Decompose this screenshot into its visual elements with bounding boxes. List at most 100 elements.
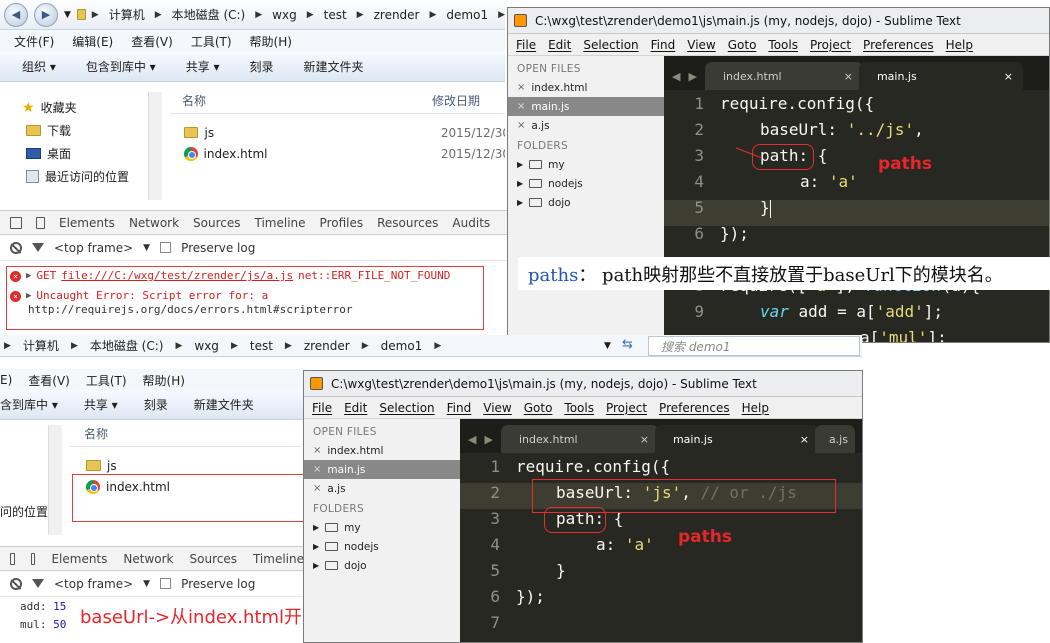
crumb[interactable]: test [250, 339, 273, 353]
expand-arrow-icon[interactable]: ▶ [313, 542, 319, 551]
history-dropdown-icon[interactable]: ▼ [64, 10, 71, 20]
tab-timeline[interactable]: Timeline [253, 552, 304, 566]
menu-edit[interactable]: Edit [548, 38, 571, 52]
inspect-icon[interactable] [10, 216, 22, 229]
chevron-right-icon[interactable]: ▶ [484, 433, 492, 446]
top-code-editor[interactable]: 1 2 3 4 5 6 8 9 require.config({ baseUrl… [664, 90, 1049, 342]
share-button[interactable]: 共享 ▾ [186, 58, 220, 75]
nav-recent-partial[interactable]: 问的位置 [0, 503, 48, 520]
file-row[interactable]: js 2015/12/30 [170, 122, 505, 143]
tab-index-html[interactable]: index.html × [500, 425, 659, 453]
forward-icon[interactable]: ▶ [34, 2, 58, 27]
crumb[interactable]: wxg [194, 339, 219, 353]
search-box[interactable]: 搜索 demo1 [648, 336, 860, 356]
open-file-item-active[interactable]: × main.js [304, 460, 460, 479]
file-row[interactable]: index.html 2015/12/30 [170, 143, 505, 164]
filter-icon[interactable] [32, 579, 44, 588]
open-file-item[interactable]: × a.js [304, 479, 460, 498]
menu-help[interactable]: Help [946, 38, 973, 52]
tab-main-js[interactable]: main.js × [654, 425, 819, 453]
bottom-code-editor[interactable]: 1 2 3 4 5 6 7 require.config({ baseUrl: … [460, 453, 862, 642]
tab-network[interactable]: Network [129, 216, 179, 230]
burn-button[interactable]: 刻录 [144, 396, 168, 413]
open-file-item[interactable]: × a.js [508, 116, 664, 135]
nav-scrollbar[interactable] [48, 425, 62, 535]
close-icon[interactable]: × [313, 483, 321, 494]
address-dropdown[interactable]: ▼ [604, 341, 611, 351]
menu-file[interactable]: File [312, 401, 332, 415]
menu-tools[interactable]: Tools [768, 38, 798, 52]
share-button[interactable]: 共享 ▾ [84, 396, 118, 413]
frame-select[interactable]: <top frame> [54, 241, 133, 255]
close-icon[interactable]: × [517, 82, 525, 93]
file-row[interactable]: js [86, 455, 117, 476]
nav-desktop[interactable]: 桌面 [0, 142, 148, 165]
menu-help[interactable]: Help [742, 401, 769, 415]
menu-view[interactable]: 查看(V) [131, 33, 173, 50]
crumb[interactable]: 计算机 [109, 6, 145, 23]
expand-arrow-icon[interactable]: ▶ [313, 561, 319, 570]
menu-tools[interactable]: 工具(T) [191, 33, 232, 50]
nav-downloads[interactable]: 下载 [0, 119, 148, 142]
chevron-right-icon[interactable]: ▶ [688, 70, 696, 83]
device-icon[interactable] [31, 552, 36, 565]
tab-audits[interactable]: Audits [452, 216, 490, 230]
menu-edit[interactable]: 编辑(E) [72, 33, 113, 50]
menu-selection[interactable]: Selection [583, 38, 638, 52]
tab-sources[interactable]: Sources [190, 552, 237, 566]
menu-project[interactable]: Project [810, 38, 851, 52]
tab-profiles[interactable]: Profiles [320, 216, 364, 230]
folder-item[interactable]: ▶ dojo [508, 193, 664, 212]
crumb[interactable]: demo1 [381, 339, 423, 353]
open-file-item-active[interactable]: × main.js [508, 97, 664, 116]
tab-sources[interactable]: Sources [193, 216, 240, 230]
top-breadcrumb[interactable]: ▶ 计算机 ▶ 本地磁盘 (C:) ▶ wxg ▶ test ▶ zrender ▶ de… [92, 6, 505, 23]
tab-timeline[interactable]: Timeline [255, 216, 306, 230]
open-file-item[interactable]: × index.html [508, 78, 664, 97]
chevron-left-icon[interactable]: ◀ [468, 433, 476, 446]
crumb[interactable]: 本地磁盘 (C:) [172, 6, 246, 23]
back-icon[interactable]: ◀ [4, 2, 28, 27]
burn-button[interactable]: 刻录 [250, 58, 274, 75]
organize-button[interactable]: 组织 ▾ [22, 58, 56, 75]
nav-favorites[interactable]: ★ 收藏夹 [0, 96, 148, 119]
folder-item[interactable]: ▶ dojo [304, 556, 460, 575]
filter-icon[interactable] [32, 243, 44, 252]
crumb[interactable]: 本地磁盘 (C:) [90, 337, 164, 354]
folder-item[interactable]: ▶ nodejs [304, 537, 460, 556]
new-folder-button[interactable]: 新建文件夹 [194, 396, 254, 413]
preserve-log-checkbox[interactable] [160, 242, 172, 253]
menu-find[interactable]: Find [651, 38, 676, 52]
clear-console-icon[interactable] [10, 241, 22, 254]
menu-find[interactable]: Find [447, 401, 472, 415]
tab-elements[interactable]: Elements [59, 216, 115, 230]
device-icon[interactable] [36, 216, 45, 229]
tab-a-js[interactable]: a.js [814, 425, 855, 453]
dropdown-icon[interactable]: ▼ [143, 243, 150, 253]
tab-resources[interactable]: Resources [377, 216, 438, 230]
menu-file[interactable]: File [516, 38, 536, 52]
nav-scrollbar[interactable] [148, 92, 162, 200]
menu-goto[interactable]: Goto [728, 38, 757, 52]
menu-help[interactable]: 帮助(H) [143, 372, 185, 389]
include-library-button[interactable]: 包含到库中 ▾ [86, 58, 156, 75]
preserve-log-checkbox[interactable] [160, 578, 172, 589]
menu-view[interactable]: View [483, 401, 511, 415]
inspect-icon[interactable] [10, 552, 16, 565]
bottom-breadcrumb[interactable]: ▶ 计算机 ▶ 本地磁盘 (C:) ▶ wxg ▶ test ▶ zrender ▶ de… [4, 337, 441, 354]
tab-elements[interactable]: Elements [51, 552, 107, 566]
folder-item[interactable]: ▶ my [508, 155, 664, 174]
tab-scroll-arrows[interactable]: ◀ ▶ [664, 62, 705, 90]
crumb[interactable]: zrender [304, 339, 350, 353]
menu-preferences[interactable]: Preferences [659, 401, 730, 415]
tab-scroll-arrows[interactable]: ◀ ▶ [460, 425, 501, 453]
menu-view[interactable]: View [687, 38, 715, 52]
crumb[interactable]: 计算机 [23, 337, 59, 354]
menu-file[interactable]: 文件(F) [14, 33, 54, 50]
expand-arrow-icon[interactable]: ▶ [313, 523, 319, 532]
top-address-bar[interactable]: ◀ ▶ ▼ ▶ 计算机 ▶ 本地磁盘 (C:) ▶ wxg ▶ test ▶ zrend… [0, 0, 505, 30]
menu-preferences[interactable]: Preferences [863, 38, 934, 52]
tab-network[interactable]: Network [123, 552, 173, 566]
close-icon[interactable]: × [844, 70, 853, 83]
col-name[interactable]: 名称 [170, 92, 432, 109]
